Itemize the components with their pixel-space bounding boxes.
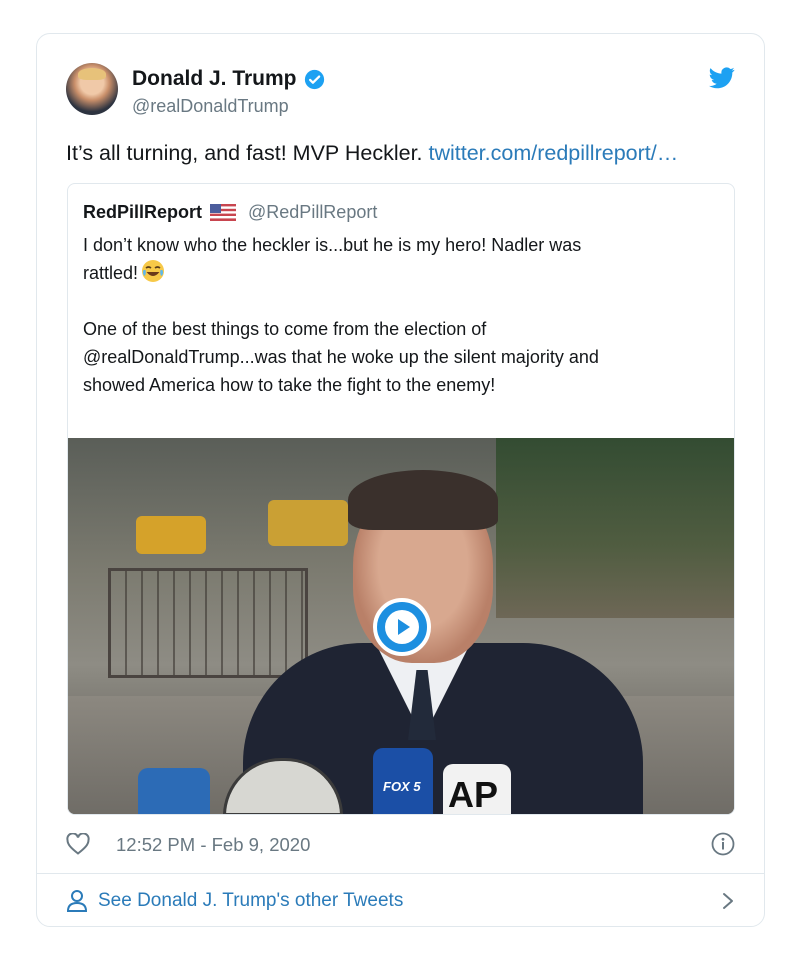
timestamp-link[interactable]: 12:52 PM - Feb 9, 2020 (116, 834, 310, 856)
quoted-text-line: One of the best things to come from the … (83, 319, 487, 339)
quoted-text-line: @realDonaldTrump...was that he woke up t… (83, 347, 599, 367)
tweet-header: Donald J. Trump @realDonaldTrump (66, 63, 735, 119)
fox-mic-label: FOX 5 (383, 779, 421, 794)
laughing-emoji-icon (142, 260, 165, 282)
quoted-tweet-header: RedPillReport @RedPillReport (83, 202, 377, 223)
tweet-link[interactable]: twitter.com/redpillreport/… (429, 141, 679, 165)
tweet-footer: 12:52 PM - Feb 9, 2020 (66, 830, 735, 860)
video-speaker-hair (348, 470, 498, 530)
us-flag-icon (210, 204, 237, 221)
verified-badge-icon (304, 69, 324, 89)
footer-divider (37, 873, 764, 874)
avatar[interactable] (66, 63, 118, 115)
author-display-name[interactable]: Donald J. Trump (132, 67, 297, 91)
author-handle[interactable]: @realDonaldTrump (132, 96, 289, 117)
microphone-cbs (138, 768, 210, 814)
quoted-author-name: RedPillReport (83, 202, 203, 222)
tweet-body: It’s all turning, and fast! MVP Heckler. (66, 141, 429, 165)
name-row: Donald J. Trump (132, 67, 325, 91)
quoted-text-line: I don’t know who the heckler is...but he… (83, 235, 582, 255)
person-icon (66, 890, 88, 912)
ap-mic-label: AP (448, 774, 499, 815)
play-icon[interactable] (373, 598, 431, 656)
video-taxi (268, 500, 348, 546)
quoted-text-line: showed America how to take the fight to … (83, 375, 496, 395)
video-thumbnail[interactable]: FOX 5 AP (68, 438, 734, 815)
quoted-tweet[interactable]: RedPillReport @RedPillReport I don’t kno… (67, 183, 735, 815)
see-other-tweets-label[interactable]: See Donald J. Trump's other Tweets (98, 890, 403, 912)
tweet-text: It’s all turning, and fast! MVP Heckler.… (66, 141, 746, 166)
info-icon[interactable] (711, 832, 735, 856)
video-background-trees (496, 438, 734, 618)
chevron-right-icon[interactable] (721, 891, 735, 911)
twitter-bird-icon[interactable] (709, 67, 735, 89)
quoted-tweet-text: I don’t know who the heckler is...but he… (83, 231, 723, 399)
heart-icon[interactable] (66, 833, 90, 855)
quoted-text-line: rattled! (83, 259, 723, 287)
quoted-author-handle: @RedPillReport (248, 202, 378, 222)
embedded-tweet-card: Donald J. Trump @realDonaldTrump It’s al… (36, 33, 765, 927)
video-fence (108, 568, 308, 678)
video-taxi (136, 516, 206, 554)
see-other-tweets-link[interactable]: See Donald J. Trump's other Tweets (66, 886, 735, 916)
